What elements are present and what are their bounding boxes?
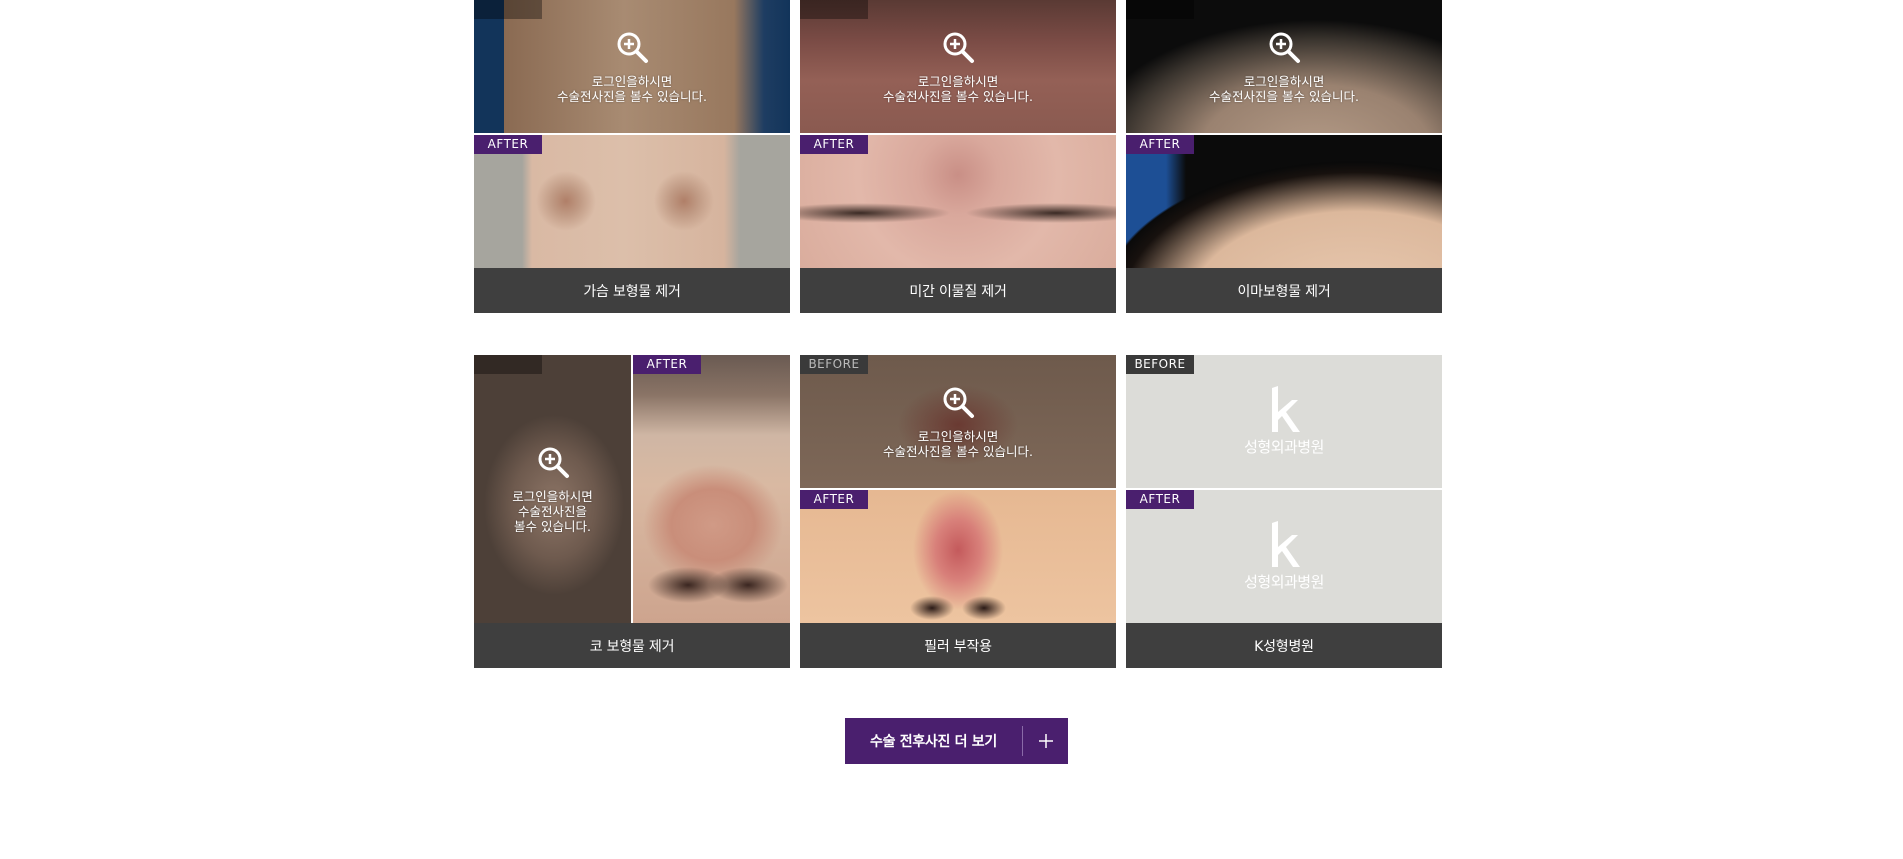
before-photo-blurred[interactable]: 로그인을하시면 수술전사진을 볼수 있습니다. [1126, 0, 1442, 133]
login-overlay[interactable]: 로그인을하시면 수술전사진을 볼수 있습니다. [800, 355, 1116, 488]
clinic-logo: 성형외과병원 [1126, 355, 1442, 488]
login-overlay[interactable]: 로그인을하시면 수술전사진을 볼수 있습니다. [474, 355, 631, 623]
login-message: 로그인을하시면 수술전사진을 볼수 있습니다. [883, 73, 1033, 104]
more-button-label: 수술 전후사진 더 보기 [870, 734, 997, 750]
zoom-in-icon [941, 385, 975, 419]
case-caption[interactable]: 이마보형물 제거 [1126, 268, 1442, 313]
after-photo[interactable]: AFTER [800, 490, 1116, 623]
case-caption[interactable]: 가슴 보형물 제거 [474, 268, 790, 313]
after-photo[interactable]: AFTER [474, 135, 790, 268]
zoom-in-icon [941, 30, 975, 64]
login-overlay[interactable]: 로그인을하시면 수술전사진을 볼수 있습니다. [474, 0, 790, 133]
login-overlay[interactable]: 로그인을하시면 수술전사진을 볼수 있습니다. [1126, 0, 1442, 133]
case-caption[interactable]: 필러 부작용 [800, 623, 1116, 668]
case-caption[interactable]: K성형병원 [1126, 623, 1442, 668]
plus-icon [1023, 734, 1068, 748]
clinic-logo: 성형외과병원 [1126, 490, 1442, 623]
case-caption[interactable]: 미간 이물질 제거 [800, 268, 1116, 313]
login-message: 로그인을하시면 수술전사진을 볼수 있습니다. [883, 428, 1033, 459]
zoom-in-icon [615, 30, 649, 64]
logo-text: 성형외과병원 [1244, 573, 1324, 591]
login-message: 로그인을하시면 수술전사진을 볼수 있습니다. [557, 73, 707, 104]
before-photo-blurred[interactable]: 로그인을하시면 수술전사진을 볼수 있습니다. [800, 0, 1116, 133]
after-tag: AFTER [1126, 135, 1194, 154]
after-photo[interactable]: AFTER [633, 355, 790, 623]
before-photo-blurred[interactable]: 로그인을하시면 수술전사진을 볼수 있습니다. [474, 0, 790, 133]
after-tag: AFTER [800, 135, 868, 154]
after-photo[interactable]: AFTER [1126, 135, 1442, 268]
before-placeholder[interactable]: BEFORE 성형외과병원 [1126, 355, 1442, 488]
k-logo-icon [1266, 521, 1302, 569]
login-overlay[interactable]: 로그인을하시면 수술전사진을 볼수 있습니다. [800, 0, 1116, 133]
zoom-in-icon [536, 445, 570, 479]
after-photo[interactable]: AFTER [800, 135, 1116, 268]
case-caption[interactable]: 코 보형물 제거 [474, 623, 790, 668]
logo-text: 성형외과병원 [1244, 438, 1324, 456]
more-before-after-photos-button[interactable]: 수술 전후사진 더 보기 [845, 718, 1068, 764]
zoom-in-icon [1267, 30, 1301, 64]
after-tag: AFTER [474, 135, 542, 154]
after-tag: AFTER [633, 355, 701, 374]
before-photo-blurred[interactable]: 로그인을하시면 수술전사진을 볼수 있습니다. [474, 355, 631, 623]
k-logo-icon [1266, 386, 1302, 434]
login-message: 로그인을하시면 수술전사진을 볼수 있습니다. [1209, 73, 1359, 104]
after-placeholder[interactable]: AFTER 성형외과병원 [1126, 490, 1442, 623]
login-message: 로그인을하시면 수술전사진을 볼수 있습니다. [512, 488, 593, 534]
before-photo-blurred[interactable]: BEFORE 로그인을하시면 수술전사진을 볼수 있습니다. [800, 355, 1116, 488]
after-tag: AFTER [800, 490, 868, 509]
